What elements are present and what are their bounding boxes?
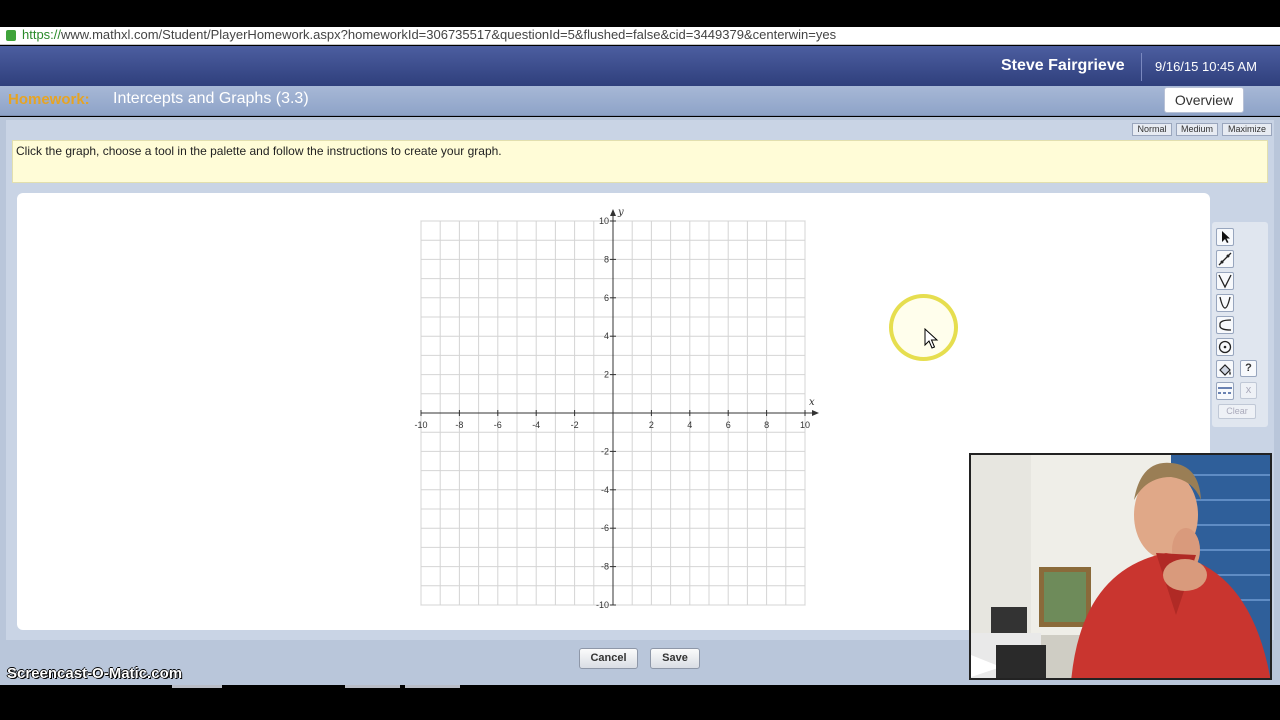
y-tick-label: 10 [599,216,609,226]
y-tick-label: -4 [601,485,609,495]
y-axis-label: y [617,207,624,218]
dashed-line-tool-button[interactable] [1216,382,1234,400]
y-tick-label: -6 [601,523,609,533]
y-tick-label: -8 [601,562,609,572]
y-tick-label: 8 [604,254,609,264]
absolute-value-tool-button[interactable] [1216,272,1234,290]
y-tick-label: -10 [596,600,609,610]
x-tick-label: 6 [726,420,731,430]
app-header: Steve Fairgrieve 9/16/15 10:45 AM [0,46,1280,86]
help-button[interactable]: ? [1240,360,1257,377]
delete-button[interactable]: x [1240,382,1257,399]
line-icon [1218,252,1232,266]
x-tick-label: -6 [494,420,502,430]
taskbar-item[interactable] [405,685,460,688]
instruction-box: Click the graph, choose a tool in the pa… [12,140,1268,183]
mouse-cursor-icon [924,328,939,349]
parabola-icon [1219,296,1231,309]
x-tick-label: 10 [800,420,810,430]
exponential-tool-button[interactable] [1216,316,1234,334]
y-tick-label: 6 [604,293,609,303]
x-tick-label: 8 [764,420,769,430]
screen-top-bar [0,0,1280,27]
url-text[interactable]: https://www.mathxl.com/Student/PlayerHom… [22,27,836,43]
clear-button[interactable]: Clear [1218,404,1256,419]
y-axis-arrow [610,209,616,216]
maximize-size-button[interactable]: Maximize [1222,123,1272,136]
x-tick-label: 2 [649,420,654,430]
homework-label: Homework: [8,91,90,108]
taskbar-item[interactable] [345,685,400,688]
homework-title: Intercepts and Graphs (3.3) [113,90,309,107]
y-tick-label: 2 [604,370,609,380]
x-axis-label: x [809,397,815,408]
instruction-text: Click the graph, choose a tool in the pa… [16,144,502,158]
presenter-video [971,455,1270,678]
homework-bar: Homework: Intercepts and Graphs (3.3) Ov… [0,86,1280,116]
user-name: Steve Fairgrieve [1001,57,1125,74]
fill-icon [1219,364,1231,376]
fill-tool-button[interactable] [1216,360,1234,378]
y-tick-label: -2 [601,446,609,456]
x-tick-label: -8 [455,420,463,430]
overview-button[interactable]: Overview [1164,87,1244,113]
url-scheme: https:// [22,27,62,42]
cancel-button[interactable]: Cancel [579,648,638,669]
x-tick-label: -2 [571,420,579,430]
datetime: 9/16/15 10:45 AM [1155,59,1257,74]
lock-icon [6,30,16,41]
taskbar [0,685,1280,720]
url-path: www.mathxl.com/Student/PlayerHomework.as… [61,27,837,42]
line-tool-button[interactable] [1216,250,1234,268]
x-tick-label: -4 [532,420,540,430]
pointer-icon [1222,231,1230,243]
dashed-line-icon [1218,387,1232,394]
taskbar-item[interactable] [172,685,222,688]
save-button[interactable]: Save [650,648,700,669]
circle-icon [1218,340,1232,354]
x-axis-arrow [812,410,819,416]
normal-size-button[interactable]: Normal [1132,123,1172,136]
cursor-highlight [889,294,958,361]
absolute-value-icon [1218,274,1232,289]
pointer-tool-button[interactable] [1216,228,1234,246]
parabola-tool-button[interactable] [1216,294,1234,312]
circle-tool-button[interactable] [1216,338,1234,356]
address-bar[interactable]: https://www.mathxl.com/Student/PlayerHom… [0,27,1280,45]
exponential-icon [1219,319,1232,331]
header-divider [1141,53,1142,81]
medium-size-button[interactable]: Medium [1176,123,1218,136]
y-tick-label: 4 [604,331,609,341]
webcam-overlay [969,453,1272,680]
recorder-watermark: Screencast-O-Matic.com [7,665,183,682]
x-tick-label: -10 [414,420,427,430]
tool-palette: ? x Clear [1212,222,1268,427]
x-tick-label: 4 [687,420,692,430]
